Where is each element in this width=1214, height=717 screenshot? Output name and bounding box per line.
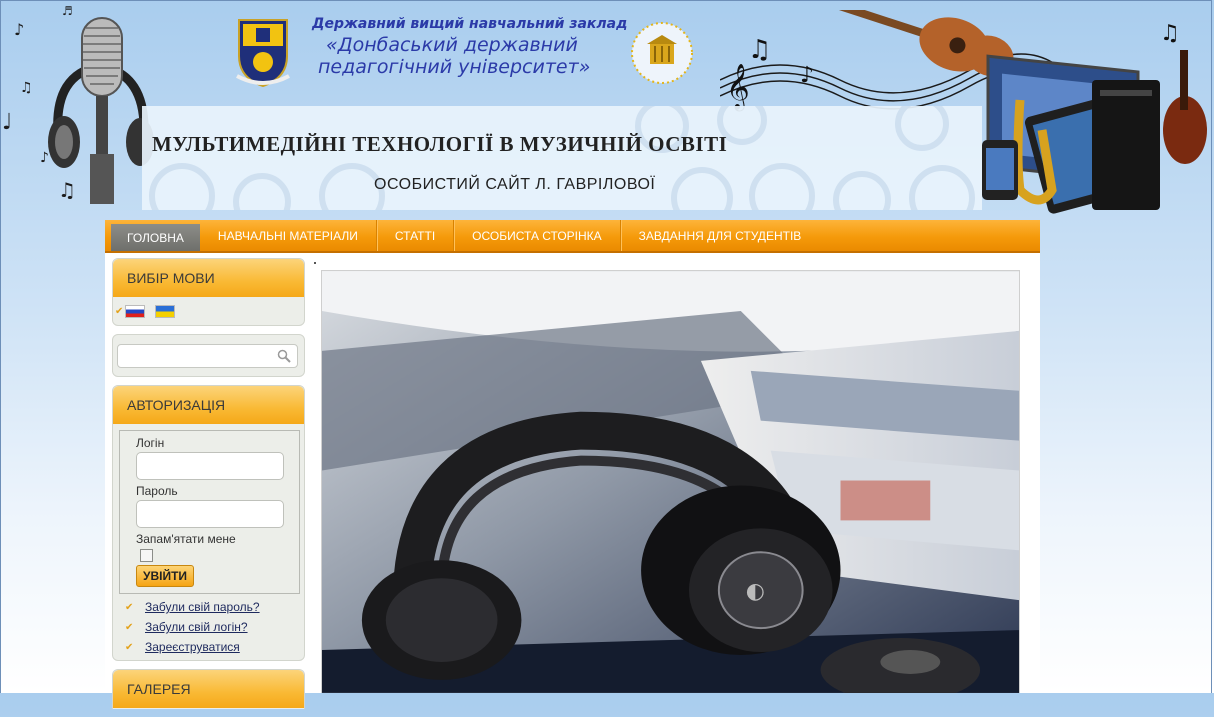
register-link[interactable]: Зареєструватися <box>145 640 240 654</box>
search-input[interactable] <box>122 345 276 368</box>
check-icon: ✔ <box>115 305 124 317</box>
check-icon: ✔ <box>125 601 134 613</box>
separator-dot <box>314 262 316 264</box>
site-subtitle: ОСОБИСТИЙ САЙТ Л. ГАВРІЛОВОЇ <box>374 176 656 193</box>
russian-flag-icon[interactable] <box>125 304 145 318</box>
nav-item-student-tasks[interactable]: ЗАВДАННЯ ДЛЯ СТУДЕНТІВ <box>621 220 820 251</box>
music-note-icon: ♬ <box>62 4 73 18</box>
nav-item-home[interactable]: ГОЛОВНА <box>111 224 200 251</box>
svg-text:𝄞: 𝄞 <box>726 64 750 112</box>
university-title: Державний вищий навчальний заклад «Донба… <box>312 16 627 78</box>
gallery-module: ГАЛЕРЕЯ <box>112 669 305 709</box>
search-module <box>112 334 305 377</box>
check-icon: ✔ <box>125 641 134 653</box>
gallery-module-title: ГАЛЕРЕЯ <box>113 670 304 708</box>
login-label: Логін <box>136 436 165 450</box>
music-note-icon: ♫ <box>58 178 76 202</box>
forgot-password-link[interactable]: Забули свій пароль? <box>145 600 260 614</box>
search-icon[interactable] <box>277 349 291 363</box>
search-box <box>117 343 298 368</box>
site-banner: МУЛЬТИМЕДІЙНІ ТЕХНОЛОГІЇ В МУЗИЧНІЙ ОСВІ… <box>142 106 982 210</box>
university-line-1: Державний вищий навчальний заклад <box>312 16 628 32</box>
university-line-2: «Донбаський державний <box>326 34 578 56</box>
login-module-title: АВТОРИЗАЦІЯ <box>113 386 304 424</box>
svg-text:♪: ♪ <box>800 63 814 88</box>
nav-item-personal-page[interactable]: ОСОБИСТА СТОРІНКА <box>454 220 621 251</box>
music-note-icon: ♩ <box>2 110 13 135</box>
language-module: ВИБІР МОВИ ✔ <box>112 258 305 326</box>
music-note-icon: ♪ <box>14 20 25 39</box>
site-title: МУЛЬТИМЕДІЙНІ ТЕХНОЛОГІЇ В МУЗИЧНІЙ ОСВІ… <box>152 132 728 156</box>
remember-me-checkbox[interactable] <box>140 549 153 562</box>
login-field[interactable] <box>136 452 284 480</box>
list-item: ✔ Зареєструватися <box>125 640 304 654</box>
forgot-username-link[interactable]: Забули свій логін? <box>145 620 248 634</box>
university-line-3: педагогічний університет» <box>318 56 591 78</box>
language-module-title: ВИБІР МОВИ <box>113 259 304 297</box>
login-links: ✔ Забули свій пароль? ✔ Забули свій логін?… <box>113 600 304 654</box>
music-note-icon: ♫ <box>20 80 33 96</box>
sidebar: ВИБІР МОВИ ✔ АВТОРИЗАЦІЯ Логін Пароль За… <box>112 258 305 717</box>
check-icon: ✔ <box>125 621 134 633</box>
list-item: ✔ Забули свій пароль? <box>125 600 304 614</box>
language-flags: ✔ <box>113 297 304 325</box>
list-item: ✔ Забули свій логін? <box>125 620 304 634</box>
banner-pattern <box>149 106 975 210</box>
svg-text:♫: ♫ <box>748 35 771 65</box>
nav-item-articles[interactable]: СТАТТІ <box>377 220 455 251</box>
ukrainian-flag-icon[interactable] <box>155 304 175 318</box>
password-label: Пароль <box>136 484 178 498</box>
remember-me-label: Запам'ятати мене <box>136 532 236 546</box>
nav-item-learning-materials[interactable]: НАВЧАЛЬНІ МАТЕРІАЛИ <box>200 220 377 251</box>
headphones-photo: ◐ <box>321 270 1020 693</box>
svg-text:♫: ♫ <box>1160 21 1180 46</box>
svg-text:◐: ◐ <box>746 579 765 604</box>
university-crest-logo <box>236 19 290 88</box>
login-module: АВТОРИЗАЦІЯ Логін Пароль Запам'ятати мен… <box>112 385 305 661</box>
login-form: Логін Пароль Запам'ятати мене УВІЙТИ <box>119 430 300 594</box>
library-seal-logo <box>631 22 693 84</box>
music-note-icon: ♪ <box>40 150 49 166</box>
main-navigation: ГОЛОВНА НАВЧАЛЬНІ МАТЕРІАЛИ СТАТТІ ОСОБИ… <box>105 220 1040 253</box>
password-field[interactable] <box>136 500 284 528</box>
login-button[interactable]: УВІЙТИ <box>136 565 195 587</box>
